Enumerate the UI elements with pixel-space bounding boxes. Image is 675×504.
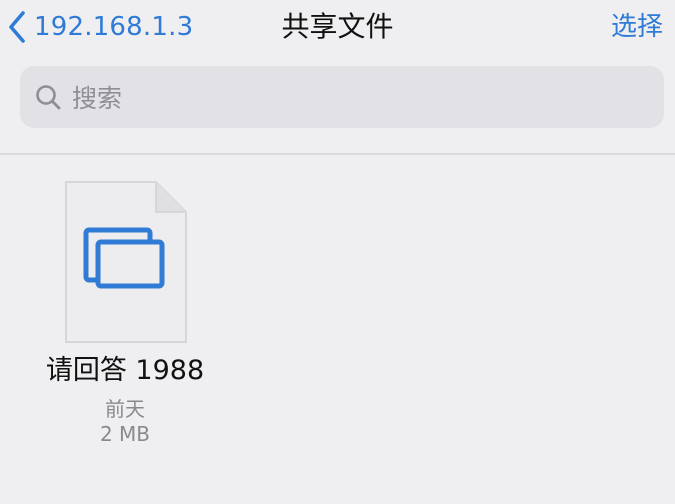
file-thumbnail bbox=[60, 178, 190, 346]
navigation-bar: 192.168.1.3 共享文件 选择 bbox=[0, 0, 675, 56]
divider bbox=[0, 153, 675, 155]
file-date: 前天 bbox=[105, 397, 145, 421]
select-button[interactable]: 选择 bbox=[611, 8, 663, 46]
page-title: 共享文件 bbox=[281, 10, 394, 43]
file-size: 2 MB bbox=[99, 422, 151, 446]
search-input[interactable]: 搜索 bbox=[20, 66, 664, 128]
file-name: 请回答 1988 bbox=[45, 355, 205, 386]
search-icon bbox=[36, 85, 61, 110]
search-placeholder: 搜索 bbox=[72, 84, 123, 113]
file-item[interactable]: 请回答 1988 前天 2 MB bbox=[30, 178, 220, 458]
